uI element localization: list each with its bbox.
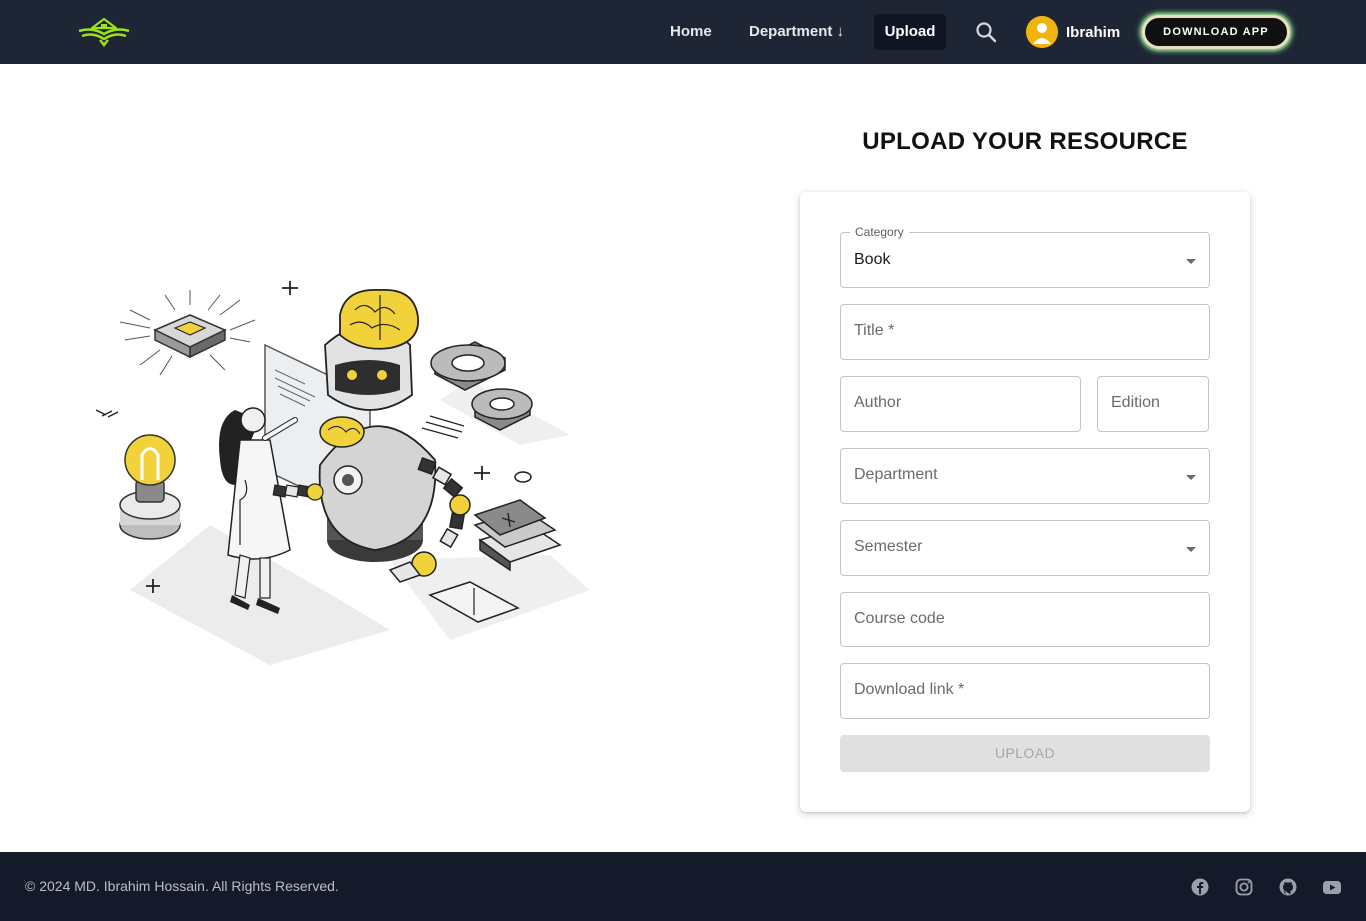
title-input[interactable]: Title * <box>840 304 1210 360</box>
nav-home[interactable]: Home <box>670 14 712 50</box>
github-icon[interactable] <box>1278 877 1298 897</box>
course-code-placeholder: Course code <box>854 610 945 627</box>
semester-placeholder: Semester <box>854 538 923 555</box>
department-placeholder: Department <box>854 466 938 483</box>
category-select[interactable]: Category Book <box>840 225 1210 288</box>
user-profile-menu[interactable]: Ibrahim <box>1026 16 1120 48</box>
upload-button[interactable]: UPLOAD <box>840 735 1210 772</box>
chevron-down-icon <box>1186 475 1196 480</box>
search-icon[interactable] <box>974 20 998 44</box>
chevron-down-icon <box>1186 547 1196 552</box>
user-avatar-icon <box>1026 16 1058 48</box>
nav-upload[interactable]: Upload <box>874 14 946 50</box>
upload-form-card: Category Book Title * Author Edition Dep… <box>800 192 1250 812</box>
copyright-text: © 2024 MD. Ibrahim Hossain. All Rights R… <box>25 878 339 894</box>
user-name: Ibrahim <box>1066 23 1121 41</box>
footer: © 2024 MD. Ibrahim Hossain. All Rights R… <box>0 852 1366 921</box>
title-placeholder: Title * <box>854 322 895 339</box>
download-app-button[interactable]: DOWNLOAD APP <box>1142 15 1290 49</box>
semester-select[interactable]: Semester <box>840 520 1210 576</box>
download-link-placeholder: Download link * <box>854 681 965 698</box>
nav-department-dropdown[interactable]: Department ↓ <box>749 14 844 50</box>
light-bulb-icon <box>119 434 181 540</box>
page-title: UPLOAD YOUR RESOURCE <box>862 128 1188 155</box>
download-link-input[interactable]: Download link * <box>840 663 1210 719</box>
author-placeholder: Author <box>854 394 902 411</box>
category-label: Category <box>850 225 909 239</box>
instagram-icon[interactable] <box>1234 877 1254 897</box>
ai-chip-icon <box>119 290 256 376</box>
robot-figure <box>318 289 471 583</box>
category-value: Book <box>854 251 891 268</box>
book-house-logo[interactable] <box>76 16 132 48</box>
edition-input[interactable]: Edition <box>1097 376 1209 432</box>
department-select[interactable]: Department <box>840 448 1210 504</box>
facebook-icon[interactable] <box>1190 877 1210 897</box>
author-input[interactable]: Author <box>840 376 1081 432</box>
isometric-ai-robot-and-scientist-illustration <box>95 281 590 665</box>
edition-placeholder: Edition <box>1111 394 1160 411</box>
navbar: Home Department ↓ Upload Ibrahim DOWNLOA… <box>0 0 1366 64</box>
chevron-down-icon <box>1186 259 1196 264</box>
gear-icons <box>430 341 533 431</box>
youtube-icon[interactable] <box>1322 877 1342 897</box>
course-code-input[interactable]: Course code <box>840 592 1210 647</box>
